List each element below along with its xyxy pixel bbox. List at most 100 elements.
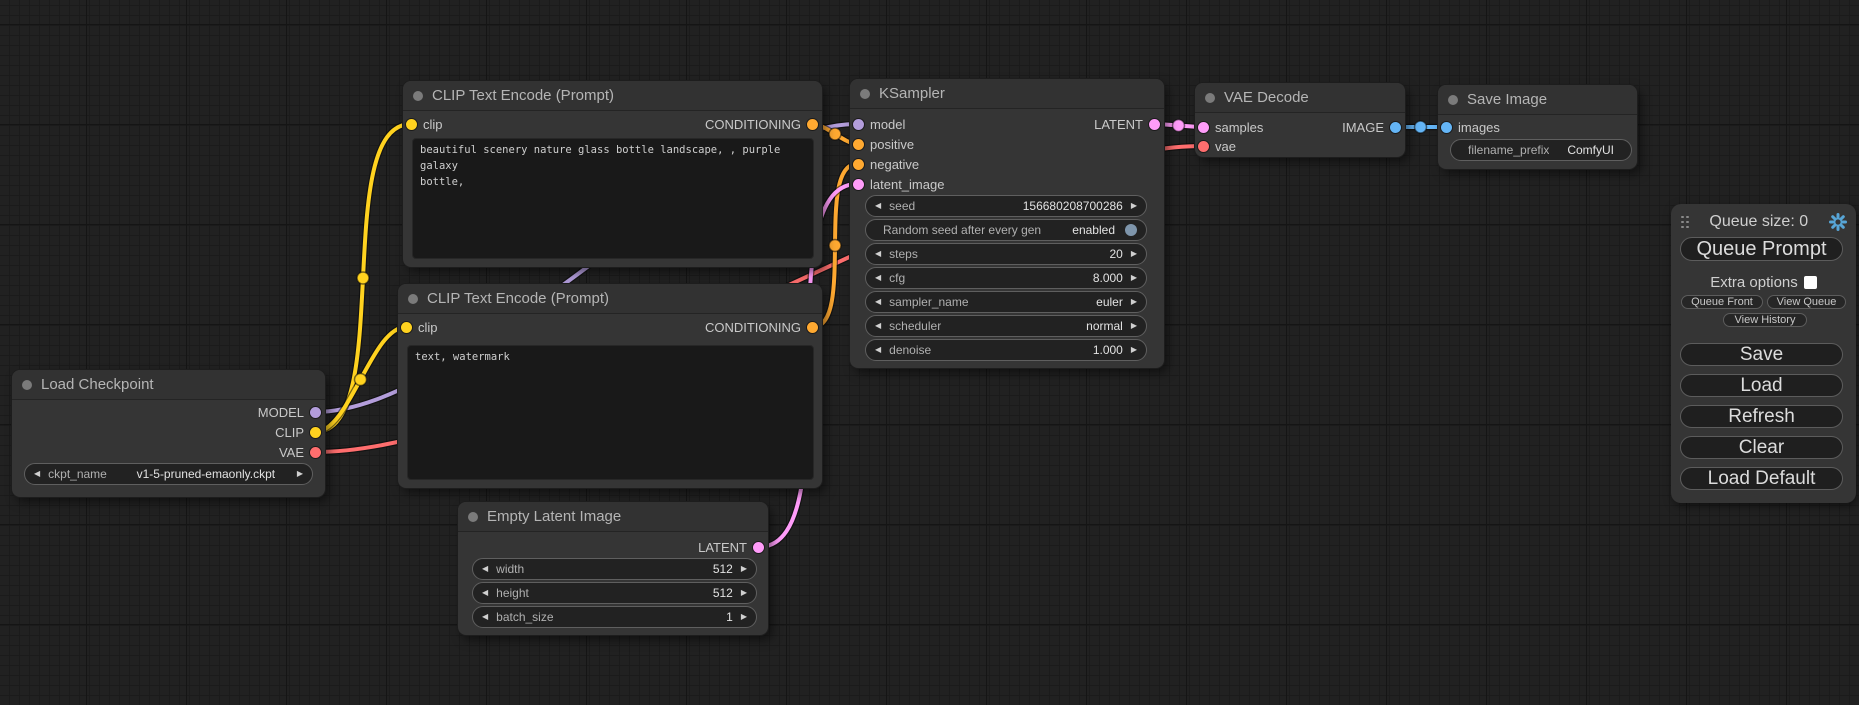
increment-arrow-icon[interactable]: ▶ (1131, 322, 1137, 330)
collapse-dot-icon[interactable] (1448, 95, 1458, 105)
node-save-image[interactable]: Save Image images filename_prefixComfyUI (1438, 85, 1637, 169)
widget-sampler_name[interactable]: ◀sampler_nameeuler▶ (865, 291, 1147, 313)
decrement-arrow-icon[interactable]: ◀ (34, 470, 40, 478)
widget-steps[interactable]: ◀steps20▶ (865, 243, 1147, 265)
increment-arrow-icon[interactable]: ▶ (1131, 250, 1137, 258)
collapse-dot-icon[interactable] (413, 91, 423, 101)
drag-handle-icon[interactable] (1681, 216, 1689, 229)
latent-port-icon[interactable] (1198, 122, 1209, 133)
node-empty-latent-image[interactable]: Empty Latent Image LATENT ◀width512▶◀hei… (458, 502, 768, 635)
input-port-latent-image[interactable]: latent_image (853, 176, 944, 192)
input-port-model[interactable]: model (853, 116, 905, 132)
clip-port-icon[interactable] (401, 322, 412, 333)
output-port-image[interactable]: IMAGE (1342, 119, 1401, 135)
conditioning-port-icon[interactable] (807, 322, 818, 333)
queue-prompt-button[interactable]: Queue Prompt (1680, 237, 1843, 261)
input-port-negative[interactable]: negative (853, 156, 919, 172)
output-port-conditioning[interactable]: CONDITIONING (705, 116, 818, 132)
decrement-arrow-icon[interactable]: ◀ (875, 274, 881, 282)
settings-gear-icon[interactable] (1829, 213, 1847, 231)
node-clip-text-encode-1[interactable]: CLIP Text Encode (Prompt) clip CONDITION… (403, 81, 822, 267)
output-port-model[interactable]: MODEL (258, 404, 321, 420)
widget-height[interactable]: ◀height512▶ (472, 582, 757, 604)
input-port-clip[interactable]: clip (401, 319, 438, 335)
clip-port-icon[interactable] (406, 119, 417, 130)
node-title-bar[interactable]: KSampler (850, 79, 1164, 109)
save-button[interactable]: Save (1680, 343, 1843, 366)
decrement-arrow-icon[interactable]: ◀ (482, 589, 488, 597)
vae-port-icon[interactable] (1198, 141, 1209, 152)
node-title-bar[interactable]: VAE Decode (1195, 83, 1405, 113)
latent-port-icon[interactable] (753, 542, 764, 553)
conditioning-port-icon[interactable] (853, 159, 864, 170)
load-button[interactable]: Load (1680, 374, 1843, 397)
prompt-textarea[interactable]: beautiful scenery nature glass bottle la… (412, 138, 814, 259)
clear-button[interactable]: Clear (1680, 436, 1843, 459)
widget-seed[interactable]: ◀seed156680208700286▶ (865, 195, 1147, 217)
collapse-dot-icon[interactable] (22, 380, 32, 390)
prompt-textarea[interactable]: text, watermark (407, 345, 814, 480)
conditioning-port-icon[interactable] (853, 139, 864, 150)
node-title-bar[interactable]: Empty Latent Image (458, 502, 768, 532)
output-port-latent[interactable]: LATENT (698, 539, 764, 555)
node-title-bar[interactable]: CLIP Text Encode (Prompt) (398, 284, 822, 314)
widget-random-seed-after-every-gen[interactable]: Random seed after every genenabled (865, 219, 1147, 241)
decrement-arrow-icon[interactable]: ◀ (875, 346, 881, 354)
node-title-bar[interactable]: Load Checkpoint (12, 370, 325, 400)
input-port-images[interactable]: images (1441, 119, 1500, 135)
decrement-arrow-icon[interactable]: ◀ (875, 250, 881, 258)
increment-arrow-icon[interactable]: ▶ (741, 565, 747, 573)
increment-arrow-icon[interactable]: ▶ (297, 470, 303, 478)
clip-port-icon[interactable] (310, 427, 321, 438)
widget-ckpt_name[interactable]: ◀ckpt_namev1-5-pruned-emaonly.ckpt▶ (24, 463, 313, 485)
view-queue-button[interactable]: View Queue (1767, 295, 1846, 309)
extra-options-checkbox[interactable] (1804, 276, 1817, 289)
widget-scheduler[interactable]: ◀schedulernormal▶ (865, 315, 1147, 337)
decrement-arrow-icon[interactable]: ◀ (875, 298, 881, 306)
decrement-arrow-icon[interactable]: ◀ (482, 565, 488, 573)
collapse-dot-icon[interactable] (408, 294, 418, 304)
conditioning-port-icon[interactable] (807, 119, 818, 130)
node-ksampler[interactable]: KSampler model positive negative latent_… (850, 79, 1164, 368)
decrement-arrow-icon[interactable]: ◀ (875, 202, 881, 210)
node-title-bar[interactable]: CLIP Text Encode (Prompt) (403, 81, 822, 111)
collapse-dot-icon[interactable] (1205, 93, 1215, 103)
latent-port-icon[interactable] (853, 179, 864, 190)
node-title-bar[interactable]: Save Image (1438, 85, 1637, 115)
decrement-arrow-icon[interactable]: ◀ (875, 322, 881, 330)
increment-arrow-icon[interactable]: ▶ (1131, 298, 1137, 306)
output-port-latent[interactable]: LATENT (1094, 116, 1160, 132)
widget-batch_size[interactable]: ◀batch_size1▶ (472, 606, 757, 628)
collapse-dot-icon[interactable] (860, 89, 870, 99)
node-vae-decode[interactable]: VAE Decode samples vae IMAGE (1195, 83, 1405, 157)
widget-cfg[interactable]: ◀cfg8.000▶ (865, 267, 1147, 289)
increment-arrow-icon[interactable]: ▶ (1131, 202, 1137, 210)
node-clip-text-encode-2[interactable]: CLIP Text Encode (Prompt) clip CONDITION… (398, 284, 822, 488)
output-port-vae[interactable]: VAE (279, 444, 321, 460)
widget-width[interactable]: ◀width512▶ (472, 558, 757, 580)
model-port-icon[interactable] (853, 119, 864, 130)
node-load-checkpoint[interactable]: Load Checkpoint MODEL CLIP VAE ◀ckpt_nam… (12, 370, 325, 497)
refresh-button[interactable]: Refresh (1680, 405, 1843, 428)
increment-arrow-icon[interactable]: ▶ (1131, 274, 1137, 282)
increment-arrow-icon[interactable]: ▶ (741, 613, 747, 621)
increment-arrow-icon[interactable]: ▶ (741, 589, 747, 597)
decrement-arrow-icon[interactable]: ◀ (482, 613, 488, 621)
toggle-knob-icon[interactable] (1125, 224, 1137, 236)
input-port-positive[interactable]: positive (853, 136, 914, 152)
vae-port-icon[interactable] (310, 447, 321, 458)
image-port-icon[interactable] (1441, 122, 1452, 133)
collapse-dot-icon[interactable] (468, 512, 478, 522)
increment-arrow-icon[interactable]: ▶ (1131, 346, 1137, 354)
output-port-conditioning[interactable]: CONDITIONING (705, 319, 818, 335)
widget-denoise[interactable]: ◀denoise1.000▶ (865, 339, 1147, 361)
view-history-button[interactable]: View History (1723, 313, 1807, 327)
load-default-button[interactable]: Load Default (1680, 467, 1843, 490)
input-port-samples[interactable]: samples (1198, 119, 1263, 135)
widget-filename_prefix[interactable]: filename_prefixComfyUI (1450, 139, 1632, 161)
queue-front-button[interactable]: Queue Front (1681, 295, 1763, 309)
image-port-icon[interactable] (1390, 122, 1401, 133)
model-port-icon[interactable] (310, 407, 321, 418)
input-port-clip[interactable]: clip (406, 116, 443, 132)
input-port-vae[interactable]: vae (1198, 138, 1236, 154)
